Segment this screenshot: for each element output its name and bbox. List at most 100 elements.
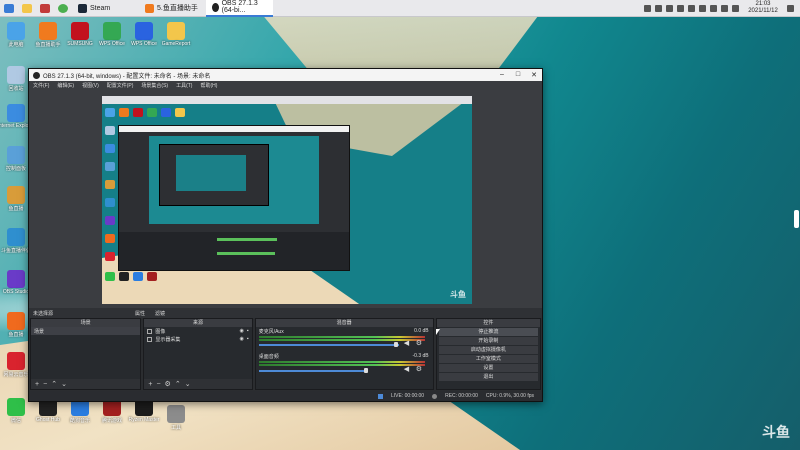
obs-logo-icon <box>33 71 40 79</box>
clock-time: 21:03 <box>755 1 771 7</box>
minimize-icon[interactable]: – <box>494 71 510 79</box>
scenes-panel: 场景 场景 + − ⌃ ⌄ <box>30 318 142 390</box>
menu-scene-collection[interactable]: 场景集合(S) <box>141 82 168 89</box>
mixer-channel-mic: 麦克风/Aux 0.0 dB <box>259 328 429 335</box>
desktop-app-icon <box>7 352 25 370</box>
channel-gear-icon[interactable]: ⚙ <box>416 339 422 347</box>
visibility-eye-icon[interactable]: ◉ <box>240 328 244 334</box>
move-up-icon[interactable]: ⌃ <box>175 380 181 388</box>
scene-item[interactable]: 场景 <box>31 327 141 335</box>
speaker-icon[interactable]: ◀ <box>404 365 409 373</box>
desktop-app-icon <box>135 22 153 40</box>
desktop-volume-slider[interactable] <box>258 370 367 372</box>
desktop-icon-label: WPS Office <box>131 41 157 47</box>
desktop-icon[interactable]: WPS Office <box>128 22 160 47</box>
desktop-icon-label: 斗鱼直播伴侣 <box>0 248 31 254</box>
settings-button[interactable]: 设置 <box>438 364 539 372</box>
source-settings-gear-icon[interactable]: ⚙ <box>165 380 171 388</box>
start-icon[interactable] <box>0 1 18 16</box>
remove-source-icon[interactable]: − <box>156 381 160 388</box>
taskbar-item-obs[interactable]: OBS 27.1.3 (64-bi... <box>206 0 273 17</box>
mixer-panel-title: 混音器 <box>255 319 433 327</box>
add-source-icon[interactable]: + <box>148 381 152 388</box>
desktop-icon-label: Ghost Hub <box>36 417 60 423</box>
obs-title-bar[interactable]: OBS 27.1.3 (64-bit, windows) - 配置文件: 未命名… <box>29 69 542 81</box>
tray-app-icon[interactable] <box>688 4 695 12</box>
tray-app-icon[interactable] <box>666 4 673 12</box>
desktop-icon-label: 控制面板 <box>5 166 26 172</box>
menu-file[interactable]: 文件(F) <box>33 82 49 89</box>
remove-scene-icon[interactable]: − <box>43 381 47 388</box>
cpu-fps-readout: CPU: 0.9%, 30.00 fps <box>485 393 534 399</box>
clock[interactable]: 21:03 2021/11/12 <box>743 1 783 15</box>
tray-app-icon[interactable] <box>677 4 684 12</box>
lock-icon[interactable]: ▪ <box>247 336 252 342</box>
no-source-selected-label: 未选择源 <box>33 310 54 317</box>
start-virtual-camera-button[interactable]: 启动虚拟摄像机 <box>438 346 539 354</box>
desktop-volume-knob[interactable] <box>363 368 368 373</box>
menu-tools[interactable]: 工具(T) <box>176 82 192 89</box>
add-scene-icon[interactable]: + <box>35 381 39 388</box>
preview-desktop-icon <box>105 198 115 207</box>
source-item[interactable]: 显示器采集 ◉ ▪ <box>144 335 251 343</box>
menu-view[interactable]: 视图(V) <box>82 82 99 89</box>
move-down-icon[interactable]: ⌄ <box>61 380 67 388</box>
douyu-icon <box>145 3 154 13</box>
desktop-icon-label: 工具 <box>170 425 181 431</box>
studio-mode-button[interactable]: 工作室模式 <box>438 355 539 363</box>
desktop-icon[interactable]: 此电脑 <box>0 22 32 48</box>
language-icon[interactable] <box>732 4 739 12</box>
douyu-watermark: 斗鱼 <box>762 425 790 441</box>
tray-chevron-icon[interactable] <box>644 4 651 12</box>
mic-volume-slider[interactable] <box>258 344 399 346</box>
taskbar-item-douyu[interactable]: 5.鱼直播助手 <box>139 0 206 17</box>
source-item[interactable]: 图像 ◉ ▪ <box>144 327 251 335</box>
taskbar-item-steam[interactable]: Steam <box>72 0 139 17</box>
tray-app-icon[interactable] <box>655 4 662 12</box>
menu-help[interactable]: 帮助(H) <box>200 82 217 89</box>
taskbar: Steam 5.鱼直播助手 OBS 27.1.3 (64-bi... 21:03… <box>0 0 800 17</box>
move-up-icon[interactable]: ⌃ <box>51 380 57 388</box>
taskbar-item-label: OBS 27.1.3 (64-bi... <box>221 0 258 14</box>
maximize-icon[interactable]: □ <box>510 71 526 79</box>
rec-status-icon <box>432 393 438 399</box>
desktop-app-icon <box>167 405 185 423</box>
visibility-eye-icon[interactable]: ◉ <box>240 336 244 342</box>
desktop-icon[interactable]: WPS Office <box>96 22 128 47</box>
exit-button[interactable]: 退出 <box>438 373 539 381</box>
preview-desktop-icon <box>105 234 115 243</box>
desktop-app-icon <box>167 22 185 40</box>
start-recording-button[interactable]: 开始录制 <box>438 337 539 345</box>
filters-button[interactable]: 滤镜 <box>155 310 165 317</box>
preview-desktop-icon <box>105 252 115 261</box>
desktop-icon-label: 回收站 <box>8 86 24 92</box>
move-down-icon[interactable]: ⌄ <box>185 380 191 388</box>
desktop-icon[interactable]: 工具 <box>160 405 192 431</box>
menu-profile[interactable]: 配置文件(P) <box>107 82 134 89</box>
channel-gear-icon[interactable]: ⚙ <box>416 365 422 373</box>
desktop-edge-handle[interactable] <box>794 210 799 228</box>
desktop-icon[interactable]: 鱼直播助手 <box>32 22 64 48</box>
desktop-icon-label: 鱼直播 <box>8 332 24 338</box>
tray-app-icon[interactable] <box>699 4 706 12</box>
chrome-icon[interactable] <box>54 1 72 16</box>
preview-desktop-icon <box>119 108 129 117</box>
mixer-channel-name: 麦克风/Aux <box>258 329 284 335</box>
close-icon[interactable]: ✕ <box>526 71 542 79</box>
stop-streaming-button[interactable]: 停止推流 <box>438 328 539 336</box>
obs-preview[interactable]: 斗鱼 <box>102 96 472 304</box>
file-explorer-icon[interactable] <box>18 1 36 16</box>
desktop-icon[interactable]: GameReport <box>160 22 192 47</box>
mic-volume-knob[interactable] <box>393 342 398 347</box>
app-icon[interactable] <box>36 1 54 16</box>
preview-desktop-icon <box>175 108 185 117</box>
speaker-icon[interactable]: ◀ <box>404 339 409 347</box>
volume-icon[interactable] <box>721 4 728 12</box>
menu-edit[interactable]: 编辑(E) <box>57 82 74 89</box>
network-icon[interactable] <box>710 4 717 12</box>
properties-button[interactable]: 属性 <box>135 310 145 317</box>
preview-watermark: 斗鱼 <box>450 290 466 299</box>
desktop-icon[interactable]: SUMSUNG <box>64 22 96 47</box>
notification-icon[interactable] <box>787 4 794 12</box>
lock-icon[interactable]: ▪ <box>247 328 252 334</box>
